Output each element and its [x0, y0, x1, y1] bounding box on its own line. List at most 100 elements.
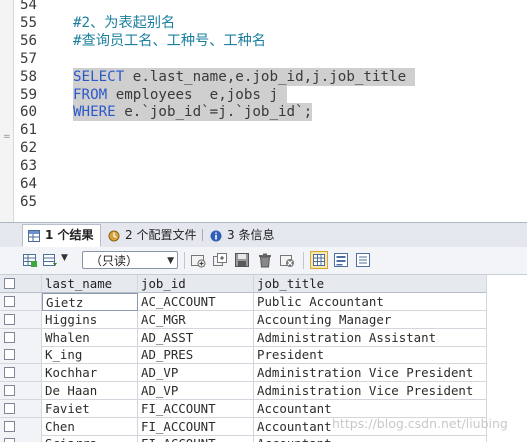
row-selector[interactable]: [0, 364, 42, 383]
cell-job-title[interactable]: Public Accountant: [254, 293, 487, 311]
text-view-icon[interactable]: [355, 252, 371, 268]
editor-line[interactable]: 65: [0, 193, 527, 211]
sql-keyword: WHERE: [73, 104, 116, 121]
tab-results[interactable]: 1 个结果: [22, 224, 101, 247]
row-checkbox[interactable]: [4, 367, 15, 379]
tab-messages-label: 3 条信息: [227, 228, 275, 242]
cell-job-title[interactable]: President: [254, 346, 487, 365]
table-row[interactable]: Gietz AC_ACCOUNT Public Accountant: [0, 293, 527, 311]
grid-menu-icon[interactable]: [42, 252, 58, 268]
row-selector[interactable]: [0, 328, 42, 347]
cell-job-id[interactable]: AD_VP: [138, 382, 254, 400]
readonly-mode-select[interactable]: （只读） ▼: [82, 251, 178, 269]
cell-last-name[interactable]: Whalen: [42, 328, 138, 347]
row-selector[interactable]: [0, 346, 42, 365]
line-number: 60: [20, 104, 38, 121]
sql-editor[interactable]: = 54 55 #2、为表起别名 56 #查询员工名、工种号、工种名 57 58 SELECT…: [0, 0, 527, 222]
column-header-job-title[interactable]: job_title: [254, 275, 487, 293]
row-selector[interactable]: [0, 435, 42, 442]
chevron-down-icon[interactable]: ▼: [61, 253, 71, 269]
row-selector[interactable]: [0, 417, 42, 436]
table-row[interactable]: De Haan AD_VP Administration Vice Presiden…: [0, 382, 527, 400]
editor-line[interactable]: 55 #2、为表起别名: [0, 14, 527, 32]
row-checkbox[interactable]: [4, 420, 15, 432]
cell-job-title[interactable]: Administration Assistant: [254, 328, 487, 347]
cell-last-name[interactable]: Higgins: [42, 310, 138, 329]
row-selector[interactable]: [0, 399, 42, 418]
editor-line[interactable]: 64: [0, 175, 527, 193]
save-icon[interactable]: [234, 252, 250, 268]
duplicate-row-icon[interactable]: [212, 252, 228, 268]
select-all-cell[interactable]: [0, 275, 42, 293]
insert-row-icon[interactable]: [190, 252, 206, 268]
table-row[interactable]: Higgins AC_MGR Accounting Manager: [0, 310, 527, 329]
select-arrow-icon: ▼: [167, 256, 174, 266]
cell-job-title[interactable]: Accounting Manager: [254, 310, 487, 329]
cell-job-id[interactable]: AC_ACCOUNT: [138, 293, 254, 311]
cell-job-title[interactable]: Administration Vice President: [254, 364, 487, 383]
line-number: 59: [20, 86, 38, 103]
line-number: 63: [20, 158, 38, 175]
cell-last-name[interactable]: Chen: [42, 417, 138, 436]
row-checkbox[interactable]: [4, 331, 15, 343]
cell-last-name[interactable]: Faviet: [42, 399, 138, 418]
watermark: https://blog.csdn.net/liubing: [332, 416, 508, 431]
cell-last-name[interactable]: Kochhar: [42, 364, 138, 383]
cell-job-title[interactable]: Administration Vice President: [254, 382, 487, 400]
row-checkbox[interactable]: [4, 402, 15, 414]
row-checkbox[interactable]: [4, 296, 15, 307]
tab-divider: [202, 229, 203, 241]
tab-profiles-label: 2 个配置文件: [125, 228, 197, 242]
selected-code: FROM employees e,jobs j: [73, 85, 287, 104]
grid-view-icon[interactable]: [310, 251, 328, 269]
form-view-icon[interactable]: [333, 252, 349, 268]
editor-line[interactable]: 56 #查询员工名、工种号、工种名: [0, 32, 527, 50]
editor-line[interactable]: 54: [0, 0, 527, 14]
tab-messages[interactable]: 3 条信息: [205, 225, 280, 246]
cell-job-id[interactable]: AD_ASST: [138, 328, 254, 347]
editor-line[interactable]: 61: [0, 121, 527, 139]
cell-job-id[interactable]: AC_MGR: [138, 310, 254, 329]
row-selector[interactable]: [0, 382, 42, 400]
editor-line[interactable]: 62: [0, 139, 527, 157]
editor-line[interactable]: 59 FROM employees e,jobs j: [0, 85, 527, 104]
line-number: 65: [20, 193, 38, 210]
column-header-job-id[interactable]: job_id: [138, 275, 254, 293]
editor-line[interactable]: 60 WHERE e.`job_id`=j.`job_id`;: [0, 103, 527, 122]
cell-job-id[interactable]: AD_PRES: [138, 346, 254, 365]
editor-line[interactable]: 58 SELECT e.last_name,e.job_id,j.job_titl…: [0, 67, 527, 86]
row-checkbox[interactable]: [4, 438, 15, 442]
cell-job-id[interactable]: FI_ACCOUNT: [138, 399, 254, 418]
cell-job-id[interactable]: AD_VP: [138, 364, 254, 383]
cell-last-name[interactable]: Gietz: [42, 293, 138, 311]
line-number: 57: [20, 50, 38, 67]
table-row[interactable]: Whalen AD_ASST Administration Assistant: [0, 328, 527, 347]
cell-job-title[interactable]: Accountant: [254, 435, 487, 442]
cancel-changes-icon[interactable]: [279, 252, 295, 268]
table-row[interactable]: SciarraFI_ACCOUNTAccountant: [0, 435, 527, 442]
row-checkbox[interactable]: [4, 385, 15, 396]
row-checkbox[interactable]: [4, 349, 15, 361]
result-grid-icon: [28, 230, 40, 242]
cell-job-id[interactable]: FI_ACCOUNT: [138, 435, 254, 442]
cell-last-name[interactable]: Sciarra: [42, 435, 138, 442]
row-selector[interactable]: [0, 310, 42, 329]
sql-text: employees e,jobs j: [107, 86, 287, 103]
select-all-checkbox[interactable]: [4, 278, 15, 289]
editor-line[interactable]: 63: [0, 157, 527, 175]
mode-select-value: （只读）: [90, 254, 139, 268]
sql-keyword: SELECT: [73, 68, 125, 85]
row-checkbox[interactable]: [4, 313, 15, 325]
line-number: 64: [20, 176, 38, 192]
delete-icon[interactable]: [257, 252, 273, 268]
cell-last-name[interactable]: K_ing: [42, 346, 138, 365]
cell-job-id[interactable]: FI_ACCOUNT: [138, 417, 254, 436]
row-selector[interactable]: [0, 293, 42, 311]
column-header-last-name[interactable]: last_name: [42, 275, 138, 293]
editor-line[interactable]: 57: [0, 50, 527, 68]
cell-last-name[interactable]: De Haan: [42, 382, 138, 400]
grid-export-icon[interactable]: [22, 252, 38, 268]
table-row[interactable]: Kochhar AD_VP Administration Vice Presiden…: [0, 364, 527, 383]
tab-profiles[interactable]: 2 个配置文件: [103, 225, 202, 246]
table-row[interactable]: K_ing AD_PRES President: [0, 346, 527, 365]
